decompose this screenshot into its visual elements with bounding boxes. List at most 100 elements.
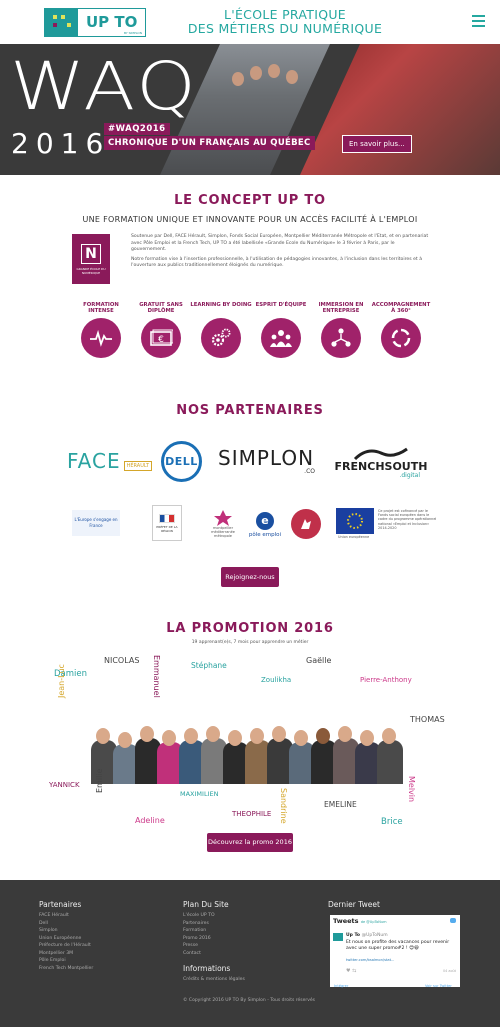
footer-legal-link[interactable]: Crédits & mentions légales — [183, 976, 245, 984]
frenchsouth-logo-sub: .digital — [399, 472, 420, 479]
promotion-student-name: THEOPHILE — [232, 810, 272, 818]
footer-partner-link[interactable]: Préfecture de l'Hérault — [39, 942, 93, 950]
prefecture-logo[interactable]: PRÉFET DE LA RÉGION — [152, 505, 182, 541]
montpellier-logo[interactable]: montpellier méditerranée métropole — [206, 508, 240, 540]
dell-logo-text: DELL — [165, 455, 198, 468]
footer-plan-heading: Plan Du Site — [183, 900, 229, 909]
twitter-widget[interactable]: Tweets de @UpToNum Up To @UpToNum Et nou… — [330, 915, 460, 987]
upto-logo[interactable]: UP TO BY SIMPLON — [44, 8, 146, 37]
frenchsouth-logo-text: FRENCHSOUTH — [334, 460, 428, 473]
wave-icon — [353, 447, 408, 461]
promotion-student-name: Emilie — [95, 768, 104, 793]
footer-plan-list: L'école UP TO Partenaires Formation Prom… — [183, 912, 215, 957]
footer-plan-link[interactable]: Formation — [183, 927, 215, 935]
feature-free: GRATUIT SANS DIPLÔME € — [130, 302, 192, 358]
footer-plan-link[interactable]: Presse — [183, 942, 215, 950]
feature-team: ESPRIT D'ÉQUIPE — [250, 302, 312, 358]
feature-intense: FORMATION INTENSE — [70, 302, 132, 358]
feature-label: ACCOMPAGNEMENT À 360° — [371, 302, 431, 314]
face-logo-sub: HÉRAULT — [123, 461, 153, 471]
prefecture-text: PRÉFET DE LA RÉGION — [156, 524, 178, 533]
hero-banner: WAQ 2016 — [0, 44, 500, 175]
twitter-bird-icon — [450, 918, 456, 923]
tagline-line1: L'ÉCOLE PRATIQUE — [223, 7, 346, 22]
tweet-link[interactable]: twitter.com/bsalmon/stat... — [346, 958, 394, 962]
feature-label: GRATUIT SANS DIPLÔME — [139, 302, 183, 314]
join-button[interactable]: Rejoignez-nous — [221, 567, 279, 587]
eu-caption: Union européenne — [338, 535, 370, 539]
footer-plan-link[interactable]: Contact — [183, 950, 215, 958]
tweet-author: Up To @UpToNum — [346, 933, 388, 938]
promotion-student-name: Gaëlle — [306, 656, 332, 665]
promotion-student-name: Stéphane — [191, 661, 227, 670]
features-row: FORMATION INTENSE GRATUIT SANS DIPLÔME €… — [70, 302, 440, 362]
hamburger-menu-icon[interactable] — [472, 15, 485, 27]
eu-text: Ce projet est cofinancé par le Fonds soc… — [378, 509, 437, 530]
network-icon — [321, 318, 361, 358]
site-header: UP TO BY SIMPLON L'ÉCOLE PRATIQUE DES MÉ… — [0, 0, 500, 44]
feature-label: IMMERSION EN ENTREPRISE — [318, 302, 364, 314]
promotion-student-name: Jean-Luc — [57, 664, 66, 698]
footer-info-heading: Informations — [183, 964, 231, 973]
europe-engage-text: L'Europe s'engage en France — [74, 517, 118, 528]
promotion-student-name: NICOLAS — [104, 656, 140, 665]
logo-mark-icon — [45, 9, 78, 36]
feature-label: ESPRIT D'ÉQUIPE — [255, 302, 307, 308]
view-on-twitter-link[interactable]: Voir sur Twitter — [425, 984, 452, 988]
footer-info-list: Crédits & mentions légales — [183, 976, 245, 984]
svg-text:€: € — [158, 335, 164, 345]
pole-emploi-logo[interactable]: e pôle emploi — [246, 509, 284, 541]
footer-tweet-heading: Dernier Tweet — [328, 900, 380, 909]
circle-arrows-icon — [381, 318, 421, 358]
footer-partner-link[interactable]: Montpellier 3M — [39, 950, 93, 958]
tweet-actions-icon[interactable]: ♥ ⇆ — [346, 968, 356, 974]
footer-partner-link[interactable]: FACE Hérault — [39, 912, 93, 920]
footer-plan-link[interactable]: L'école UP TO — [183, 912, 215, 920]
frenchsouth-logo[interactable]: FRENCHSOUTH .digital — [334, 440, 428, 484]
footer-partner-link[interactable]: Simplon — [39, 927, 93, 935]
face-herault-logo[interactable]: FACE HÉRAULT — [67, 448, 153, 474]
copyright: © Copyright 2016 UP TO By Simplon - Tous… — [183, 998, 316, 1003]
promotion-student-name: Pierre-Anthony — [360, 676, 412, 684]
tagline-line2: DES MÉTIERS DU NUMÉRIQUE — [187, 21, 383, 36]
footer-partners-heading: Partenaires — [39, 900, 82, 909]
footer-partner-link[interactable]: Pôle Emploi — [39, 957, 93, 965]
partners-heading: NOS PARTENAIRES — [176, 403, 324, 418]
europe-engage-logo[interactable]: L'Europe s'engage en France — [72, 510, 120, 536]
promotion-heading: LA PROMOTION 2016 — [166, 621, 334, 636]
concept-heading: LE CONCEPT UP TO — [174, 193, 326, 208]
promotion-student-name: Emmanuel — [152, 655, 161, 698]
tweets-label: Tweets de @UpToNum — [333, 917, 387, 925]
promotion-student-name: THOMAS — [410, 715, 445, 724]
badge-letter: N — [81, 243, 101, 264]
promotion-student-name: MAXIMILIEN — [180, 790, 219, 798]
site-footer: Partenaires FACE Hérault Dell Simplon Un… — [0, 880, 500, 1027]
pole-emploi-icon: e — [256, 512, 274, 530]
heartbeat-icon — [81, 318, 121, 358]
simplon-logo[interactable]: SIMPLON .CO — [218, 444, 318, 478]
hero-more-button[interactable]: En savoir plus... — [342, 135, 412, 153]
rooster-icon — [301, 519, 311, 529]
promotion-group-photo — [87, 722, 417, 784]
concept-text: Soutenue par Dell, FACE Hérault, Simplon… — [131, 234, 431, 273]
footer-plan-link[interactable]: Promo 2016 — [183, 935, 215, 943]
promotion-student-name: YANNICK — [49, 781, 80, 789]
discover-promo-button[interactable]: Découvrez la promo 2016 — [207, 833, 293, 852]
tweet-date: 04 août — [442, 969, 456, 973]
flower-icon — [214, 510, 232, 526]
grande-ecole-badge: N GRANDE ÉCOLE DU NUMÉRIQUE — [72, 234, 110, 284]
embed-link[interactable]: Intégrer — [334, 984, 348, 988]
euro-bill-icon: € — [141, 318, 181, 358]
badge-caption: GRANDE ÉCOLE DU NUMÉRIQUE — [76, 266, 106, 275]
footer-partner-link[interactable]: Dell — [39, 920, 93, 928]
promotion-student-name: Adeline — [135, 816, 165, 825]
hero-year: 2016 — [11, 127, 111, 160]
footer-partner-link[interactable]: Union Européenne — [39, 935, 93, 943]
concept-subheading: UNE FORMATION UNIQUE ET INNOVANTE POUR U… — [82, 215, 418, 224]
eu-flag-logo[interactable] — [336, 508, 374, 534]
french-tech-logo[interactable] — [291, 509, 321, 539]
dell-logo[interactable]: DELL — [161, 441, 202, 482]
footer-plan-link[interactable]: Partenaires — [183, 920, 215, 928]
feature-learning: LEARNING BY DOING — [190, 302, 252, 358]
footer-partner-link[interactable]: French Tech Montpellier — [39, 965, 93, 973]
